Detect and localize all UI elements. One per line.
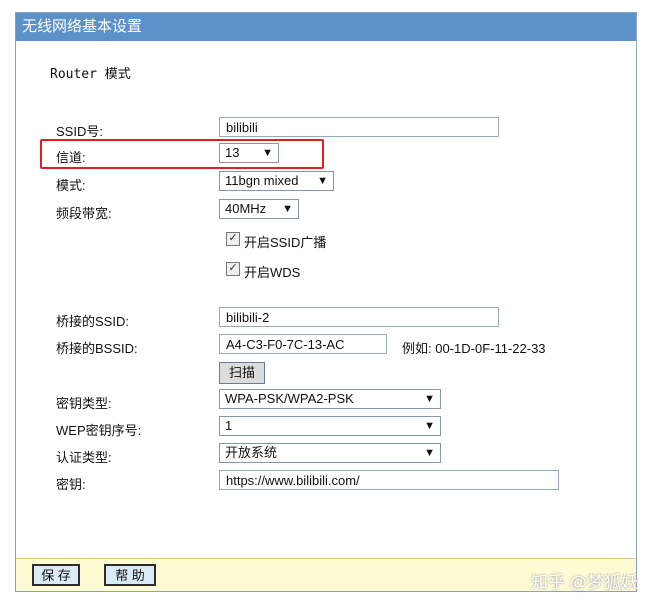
- settings-panel: 无线网络基本设置 Router 模式 SSID号: bilibili 信道: 1…: [15, 12, 637, 592]
- bridge-bssid-label: 桥接的BSSID:: [56, 341, 138, 356]
- dropdown-arrow-icon: ▼: [262, 147, 273, 159]
- ssid-broadcast-label: 开启SSID广播: [244, 235, 327, 250]
- bssid-example: 例如: 00-1D-0F-11-22-33: [402, 341, 546, 356]
- bandwidth-label: 频段带宽:: [56, 206, 112, 221]
- wep-index-select[interactable]: 1 ▼: [219, 416, 441, 436]
- dropdown-arrow-icon: ▼: [424, 447, 435, 459]
- dropdown-arrow-icon: ▼: [317, 175, 328, 187]
- key-label: 密钥:: [56, 477, 86, 492]
- dropdown-arrow-icon: ▼: [424, 393, 435, 405]
- ssid-label: SSID号:: [56, 124, 103, 139]
- bridge-bssid-input[interactable]: A4-C3-F0-7C-13-AC: [219, 334, 387, 354]
- bridge-ssid-input[interactable]: bilibili-2: [219, 307, 499, 327]
- mode-select-label: 模式:: [56, 178, 86, 193]
- auth-type-select[interactable]: 开放系统 ▼: [219, 443, 441, 463]
- dropdown-arrow-icon: ▼: [282, 203, 293, 215]
- scan-button[interactable]: 扫描: [219, 362, 265, 384]
- dropdown-arrow-icon: ▼: [424, 420, 435, 432]
- window-title: 无线网络基本设置: [16, 13, 636, 41]
- bandwidth-value: 40MHz: [225, 201, 267, 216]
- save-button[interactable]: 保 存: [32, 564, 80, 586]
- mode-value: 11bgn mixed: [225, 173, 299, 188]
- mode-label: Router 模式: [50, 67, 131, 82]
- bridge-ssid-label: 桥接的SSID:: [56, 314, 129, 329]
- wds-label: 开启WDS: [244, 265, 301, 280]
- help-button[interactable]: 帮 助: [104, 564, 156, 586]
- wep-index-value: 1: [225, 418, 233, 433]
- wep-index-label: WEP密钥序号:: [56, 423, 142, 438]
- mode-select[interactable]: 11bgn mixed ▼: [219, 171, 334, 191]
- ssid-broadcast-checkbox[interactable]: ✓: [226, 232, 240, 246]
- channel-select[interactable]: 13 ▼: [219, 143, 279, 163]
- auth-type-label: 认证类型:: [56, 450, 112, 465]
- auth-type-value: 开放系统: [225, 445, 278, 460]
- key-type-value: WPA-PSK/WPA2-PSK: [225, 391, 354, 406]
- bandwidth-select[interactable]: 40MHz ▼: [219, 199, 299, 219]
- wds-checkbox[interactable]: ✓: [226, 262, 240, 276]
- ssid-input[interactable]: bilibili: [219, 117, 499, 137]
- channel-value: 13: [225, 145, 240, 160]
- key-input[interactable]: https://www.bilibili.com/: [219, 470, 559, 490]
- form-content: Router 模式 SSID号: bilibili 信道: 13 ▼ 模式: 1…: [16, 41, 636, 559]
- channel-label: 信道:: [56, 150, 86, 165]
- key-type-label: 密钥类型:: [56, 396, 112, 411]
- watermark: 知乎 @梦狐妖: [531, 573, 638, 592]
- key-type-select[interactable]: WPA-PSK/WPA2-PSK ▼: [219, 389, 441, 409]
